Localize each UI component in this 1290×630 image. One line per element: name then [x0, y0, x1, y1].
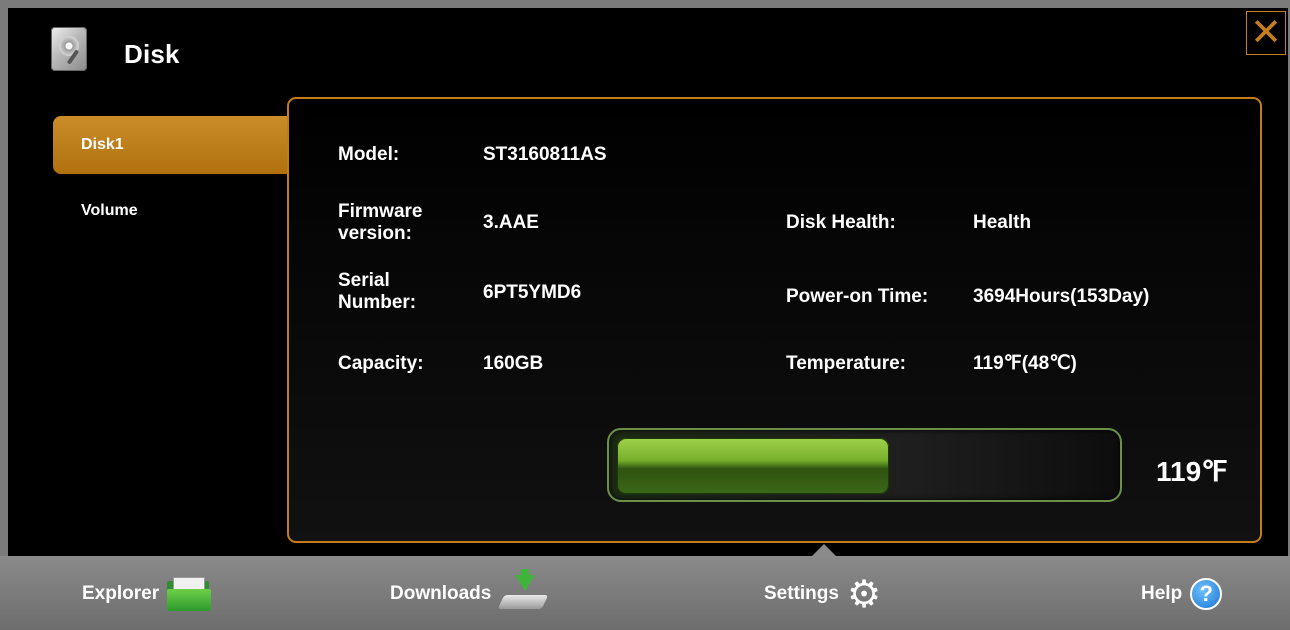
firmware-label: Firmware version: — [338, 201, 423, 244]
disk-health-value: Health — [973, 212, 1032, 233]
taskbar-help-label: Help — [1141, 583, 1183, 604]
model-value: ST3160811AS — [483, 144, 607, 165]
download-icon — [498, 569, 549, 613]
serial-value: 6PT5YMD6 — [483, 282, 582, 303]
power-on-time-label: Power-on Time: — [786, 286, 929, 307]
taskbar-settings[interactable]: Settings ⚙ — [764, 567, 881, 621]
sidebar-item-disk1[interactable]: Disk1 — [53, 116, 293, 174]
taskbar-help[interactable]: Help ? — [1141, 567, 1223, 621]
gear-icon: ⚙ — [846, 572, 882, 616]
folder-icon — [167, 577, 212, 611]
power-on-time-value: 3694Hours(153Day) — [973, 286, 1150, 307]
taskbar-explorer-label: Explorer — [82, 583, 160, 604]
temperature-value: 119℉(48℃) — [973, 353, 1077, 374]
capacity-value: 160GB — [483, 353, 544, 374]
active-tab-pointer — [812, 544, 836, 556]
taskbar-settings-label: Settings — [764, 583, 839, 604]
taskbar-downloads[interactable]: Downloads — [390, 567, 549, 621]
firmware-value: 3.AAE — [483, 212, 539, 233]
temperature-bar — [607, 428, 1122, 502]
window-title: Disk — [124, 39, 180, 69]
disk-window: Disk ✕ Disk1 Volume Model: ST3160811AS F… — [8, 8, 1288, 556]
temperature-bar-fill — [617, 438, 889, 494]
hard-disk-icon — [51, 27, 87, 71]
help-icon: ? — [1190, 578, 1223, 610]
close-icon[interactable]: ✕ — [1246, 11, 1286, 55]
temperature-label: Temperature: — [786, 353, 907, 374]
taskbar-explorer[interactable]: Explorer — [82, 567, 212, 621]
model-label: Model: — [338, 144, 400, 165]
temperature-bar-value: 119℉ — [1156, 456, 1228, 487]
disk-health-label: Disk Health: — [786, 212, 896, 233]
serial-label: Serial Number: — [338, 270, 417, 313]
taskbar-downloads-label: Downloads — [390, 583, 492, 604]
capacity-label: Capacity: — [338, 353, 424, 374]
sidebar-item-volume[interactable]: Volume — [53, 182, 293, 240]
